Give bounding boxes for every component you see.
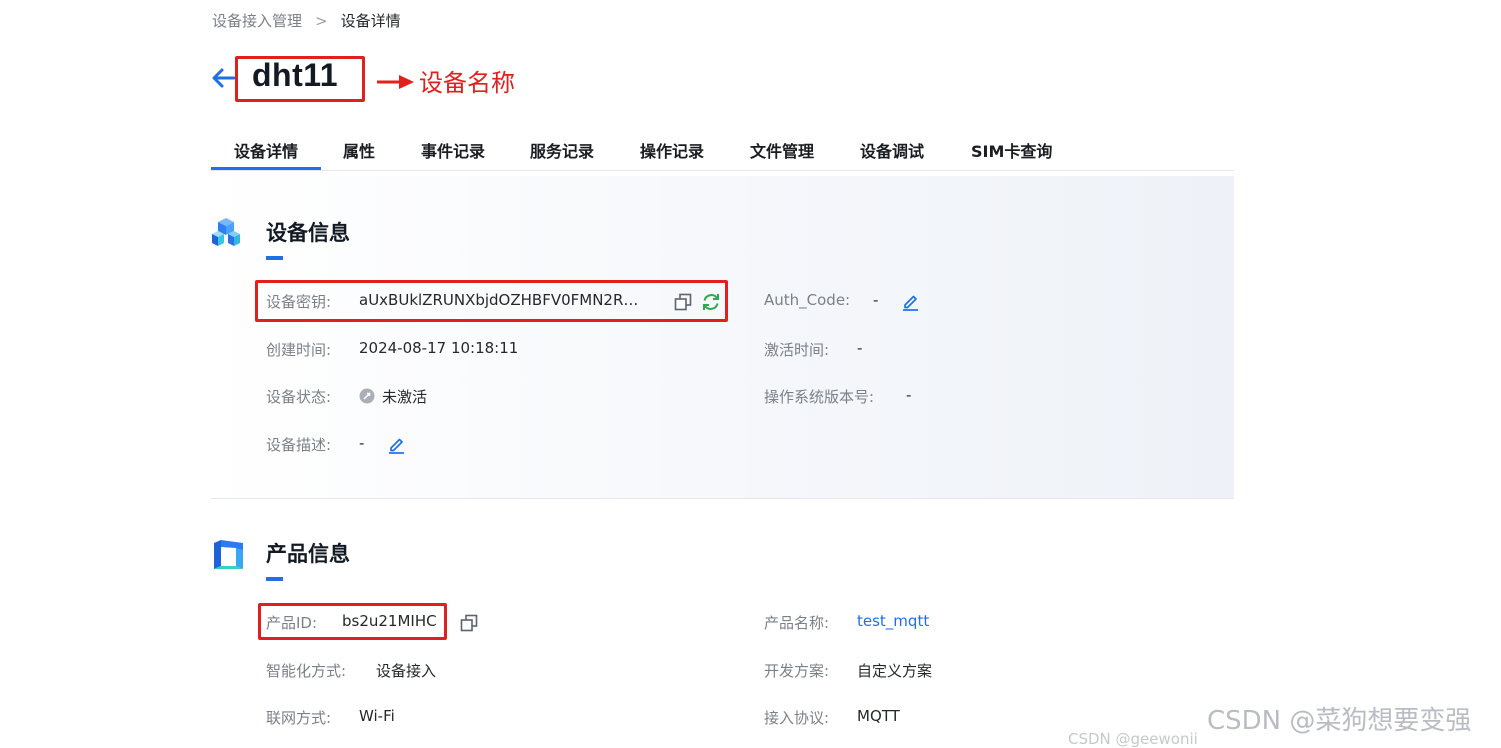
watermark-sub-text: CSDN @geewonii: [1068, 730, 1198, 748]
refresh-icon[interactable]: [701, 292, 721, 312]
smart-mode-label: 智能化方式:: [266, 662, 347, 680]
tab-properties[interactable]: 属性: [343, 138, 375, 162]
tab-device-details[interactable]: 设备详情: [234, 138, 298, 162]
tab-device-debug[interactable]: 设备调试: [860, 138, 924, 162]
breadcrumb: 设备接入管理 > 设备详情: [212, 10, 401, 31]
created-time-label: 创建时间:: [266, 341, 332, 359]
dev-plan-label: 开发方案:: [764, 662, 830, 680]
product-info-title-bar: [266, 577, 283, 581]
tab-operation-records[interactable]: 操作记录: [640, 138, 704, 162]
product-name-link[interactable]: test_mqtt: [857, 612, 929, 630]
product-id-value: bs2u21MIHC: [342, 612, 437, 630]
product-info-title: 产品信息: [266, 542, 350, 566]
breadcrumb-current: 设备详情: [340, 12, 401, 30]
created-time-value: 2024-08-17 10:18:11: [359, 339, 519, 357]
breadcrumb-parent[interactable]: 设备接入管理: [212, 12, 302, 30]
edit-desc-icon[interactable]: [387, 435, 406, 454]
tab-sim-query[interactable]: SIM卡查询: [971, 138, 1052, 162]
device-secret-value: aUxBUklZRUNXbjdOZHBFV0FMN2R…: [359, 291, 639, 309]
tab-event-records[interactable]: 事件记录: [421, 138, 485, 162]
cube-icon: [212, 218, 240, 246]
watermark-text: CSDN @菜狗想要变强: [1207, 706, 1472, 736]
device-desc-label: 设备描述:: [266, 436, 332, 454]
protocol-label: 接入协议:: [764, 709, 830, 727]
device-secret-label: 设备密钥:: [266, 293, 332, 311]
product-name-label: 产品名称:: [764, 614, 830, 632]
back-arrow-icon[interactable]: [209, 66, 237, 90]
network-value: Wi-Fi: [359, 707, 395, 725]
network-label: 联网方式:: [266, 709, 332, 727]
copy-product-id-icon[interactable]: [460, 614, 478, 632]
device-info-title: 设备信息: [266, 221, 350, 245]
protocol-value: MQTT: [857, 707, 900, 725]
device-status-label: 设备状态:: [266, 388, 332, 406]
activated-time-value: -: [857, 339, 863, 357]
dev-plan-value: 自定义方案: [857, 662, 933, 680]
device-desc-value: -: [359, 434, 365, 452]
device-status-value: 未激活: [382, 388, 428, 406]
tab-file-management[interactable]: 文件管理: [750, 138, 814, 162]
tab-service-records[interactable]: 服务记录: [530, 138, 594, 162]
tab-divider: [211, 170, 1234, 171]
page-title: dht11: [252, 57, 339, 93]
status-inactive-icon: [359, 388, 375, 404]
section-divider: [211, 498, 1234, 499]
breadcrumb-separator: >: [315, 12, 328, 30]
os-version-label: 操作系统版本号:: [764, 388, 875, 406]
device-info-panel: [211, 176, 1234, 498]
auth-code-label: Auth_Code:: [764, 291, 851, 309]
copy-icon[interactable]: [674, 293, 692, 311]
product-box-icon: [214, 540, 243, 569]
annotation-label: 设备名称: [419, 69, 515, 97]
edit-auth-code-icon[interactable]: [901, 292, 920, 311]
product-id-label: 产品ID:: [266, 614, 318, 632]
device-info-title-bar: [266, 256, 283, 260]
activated-time-label: 激活时间:: [764, 341, 830, 359]
smart-mode-value: 设备接入: [376, 662, 437, 680]
os-version-value: -: [906, 386, 912, 404]
annotation-arrow-icon: [377, 75, 414, 89]
auth-code-value: -: [873, 291, 879, 309]
